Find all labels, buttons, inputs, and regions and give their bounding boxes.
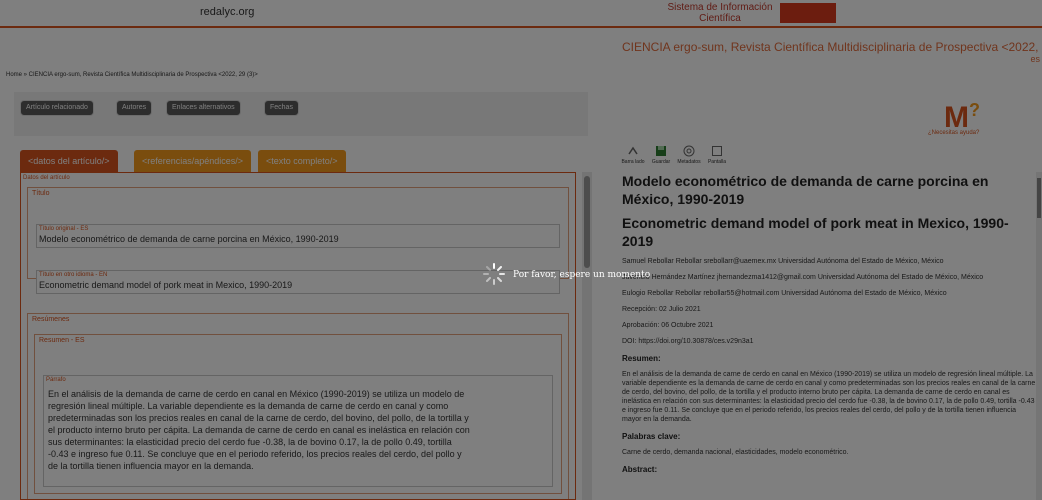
loading-message: Por favor, espere un momento	[513, 270, 651, 280]
loading-overlay	[0, 0, 1042, 500]
loading-spinner-icon	[483, 263, 505, 285]
